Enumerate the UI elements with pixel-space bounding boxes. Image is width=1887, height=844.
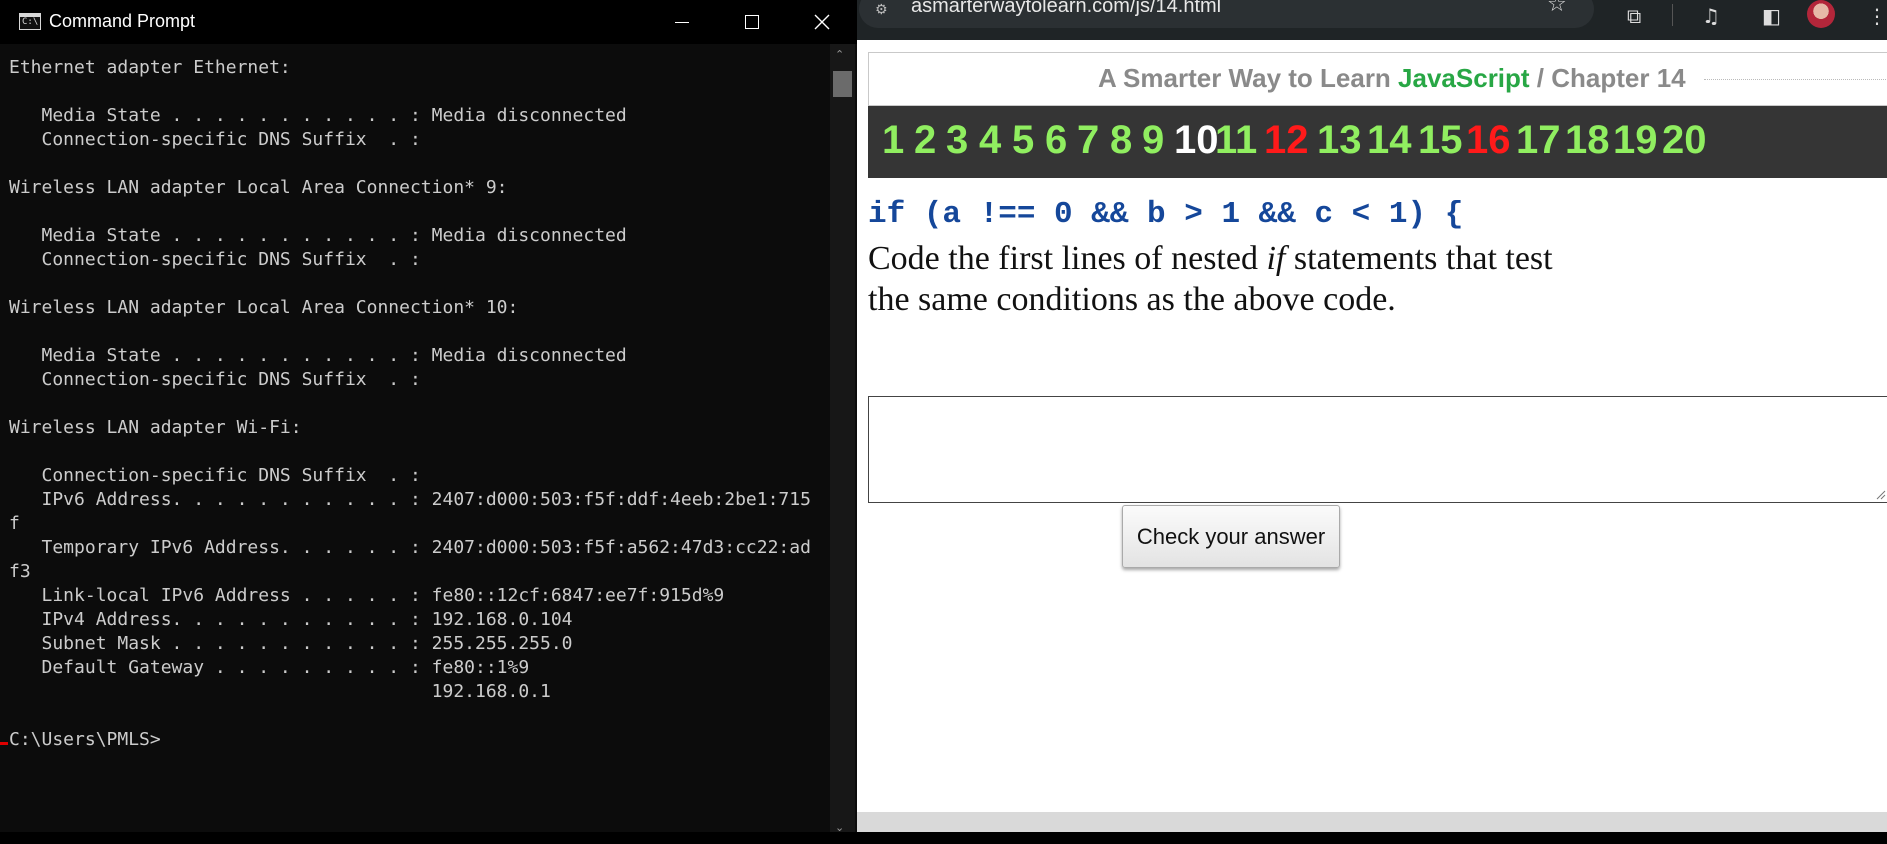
chapter-link-4[interactable]: 4 (979, 118, 1001, 163)
horizontal-scrollbar[interactable] (857, 812, 1887, 832)
console-output[interactable]: Ethernet adapter Ethernet: Media State .… (9, 56, 829, 836)
chapter-link-20[interactable]: 20 (1662, 118, 1707, 163)
minimize-icon (675, 21, 689, 23)
close-icon (814, 14, 830, 30)
vertical-scrollbar[interactable]: ⌃ ⌄ (830, 44, 855, 838)
chapter-link-18[interactable]: 18 (1565, 118, 1610, 163)
title-bar[interactable]: C:\ Command Prompt (0, 0, 857, 44)
page-title: A Smarter Way to Learn JavaScript / Chap… (1098, 63, 1686, 94)
page-header: A Smarter Way to Learn JavaScript / Chap… (868, 52, 1887, 106)
chapter-link-11[interactable]: 11 (1215, 118, 1257, 163)
maximize-icon (745, 15, 759, 29)
chapter-link-1[interactable]: 1 (882, 118, 904, 163)
chapter-link-15[interactable]: 15 (1418, 118, 1463, 163)
chapter-link-13[interactable]: 13 (1317, 118, 1362, 163)
chapter-link-3[interactable]: 3 (946, 118, 968, 163)
cmd-app-icon: C:\ (19, 13, 41, 30)
chapter-link-2[interactable]: 2 (914, 118, 936, 163)
scroll-thumb[interactable] (833, 71, 852, 97)
media-icon[interactable]: ♫ (1702, 4, 1720, 28)
chapter-link-19[interactable]: 19 (1613, 118, 1658, 163)
cursor-marker (0, 742, 8, 745)
chapter-link-7[interactable]: 7 (1077, 118, 1099, 163)
instructions-emphasis: if (1266, 240, 1286, 277)
answer-textarea[interactable] (868, 396, 1887, 503)
check-answer-button[interactable]: Check your answer (1122, 505, 1340, 568)
toolbar-divider (1672, 4, 1673, 26)
url-text[interactable]: asmarterwaytolearn.com/js/14.html (911, 0, 1221, 18)
minimize-button[interactable] (647, 0, 717, 44)
site-info-icon[interactable]: ⚙ (875, 2, 888, 18)
maximize-button[interactable] (717, 0, 787, 44)
window-title: Command Prompt (49, 11, 196, 31)
chapter-link-5[interactable]: 5 (1012, 118, 1034, 163)
title-prefix: A Smarter Way to Learn (1098, 63, 1399, 93)
command-prompt-window: C:\ Command Prompt Ethernet adapter Ethe… (0, 0, 857, 844)
title-brand: JavaScript (1398, 63, 1530, 93)
taskbar-edge (0, 832, 1887, 844)
code-snippet: if (a !== 0 && b > 1 && c < 1) { (868, 197, 1464, 232)
profile-avatar[interactable] (1807, 0, 1835, 28)
address-bar[interactable]: ⚙ asmarterwaytolearn.com/js/14.html ☆ (859, 0, 1594, 28)
instructions-text: Code the first lines of nested (868, 240, 1267, 277)
chapter-link-12[interactable]: 12 (1264, 118, 1309, 163)
extensions-icon[interactable]: ⧉ (1627, 4, 1641, 28)
menu-icon[interactable]: ⋮ (1867, 4, 1887, 28)
header-dots (1704, 79, 1887, 80)
side-panel-icon[interactable]: ◧ (1762, 4, 1781, 28)
title-chapter: / Chapter 14 (1529, 63, 1686, 93)
chapter-link-17[interactable]: 17 (1516, 118, 1561, 163)
scroll-up-icon[interactable]: ⌃ (835, 48, 844, 61)
browser-toolbar: ⚙ asmarterwaytolearn.com/js/14.html ☆ ⧉ … (857, 0, 1887, 40)
chapter-link-16[interactable]: 16 (1466, 118, 1511, 163)
chapter-link-6[interactable]: 6 (1045, 118, 1067, 163)
chapter-link-14[interactable]: 14 (1367, 118, 1412, 163)
resize-handle-icon[interactable] (1874, 488, 1886, 500)
chapter-nav: 1 2 3 4 5 6 7 8 9 10 11 12 13 14 15 16 17 18 19 20 (868, 106, 1887, 178)
bookmark-star-icon[interactable]: ☆ (1547, 0, 1567, 17)
chapter-link-9[interactable]: 9 (1142, 118, 1164, 163)
close-button[interactable] (787, 0, 857, 44)
exercise-instructions: Code the first lines of nested if statem… (868, 238, 1588, 320)
chapter-link-8[interactable]: 8 (1110, 118, 1132, 163)
chapter-link-10[interactable]: 10 (1174, 118, 1219, 163)
browser-window: ⚙ asmarterwaytolearn.com/js/14.html ☆ ⧉ … (857, 0, 1887, 844)
